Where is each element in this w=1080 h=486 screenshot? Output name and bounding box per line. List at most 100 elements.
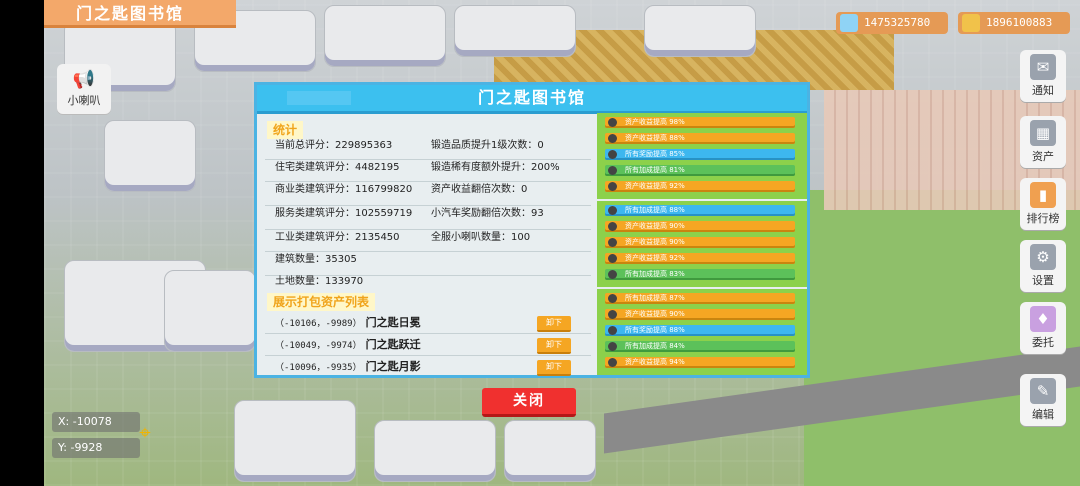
settings-icon: ⚙	[1030, 244, 1056, 270]
sidebar-label: 排行榜	[1026, 212, 1060, 225]
stat-service: 服务类建筑评分：102559719	[275, 208, 413, 219]
unload-button[interactable]: 卸下	[537, 338, 571, 354]
bonus-icon	[608, 166, 617, 175]
asset-row: （-10049，-9974） 门之匙跃迁 卸下	[275, 335, 585, 355]
coord-x: X: -10078	[52, 412, 140, 432]
game-title: 门之匙图书馆	[44, 0, 236, 28]
stat-residential: 住宅类建筑评分：4482195	[275, 162, 400, 173]
building	[504, 420, 596, 482]
stat-asset-double: 资产收益翻倍次数：0	[431, 184, 528, 195]
stat-forge-rarity: 锻造稀有度额外提升：200%	[431, 162, 560, 173]
bonus-icon	[608, 326, 617, 335]
divider	[265, 333, 591, 334]
sidebar-label: 编辑	[1032, 408, 1054, 421]
bonus-icon	[608, 182, 617, 191]
resource-value: 1475325780	[864, 16, 931, 29]
bonus-item: 所有加成提高 87%	[605, 293, 795, 304]
bonus-item: 所有加成提高 88%	[605, 205, 795, 216]
speaker-label: 小喇叭	[67, 94, 101, 107]
bonus-icon	[608, 358, 617, 367]
bonus-icon	[608, 206, 617, 215]
bonus-icon	[608, 254, 617, 263]
coin-icon	[962, 14, 980, 32]
bonus-item: 资产收益提高 90%	[605, 221, 795, 232]
bonus-item: 资产收益提高 98%	[605, 117, 795, 128]
commission-icon: ♦	[1030, 306, 1056, 332]
asset-icon: ▦	[1030, 120, 1056, 146]
stat-commercial: 商业类建筑评分：116799820	[275, 184, 413, 195]
bonus-group: 所有加成提高 87% 资产收益提高 90% 所有奖励提高 88% 所有加成提高 …	[597, 289, 807, 375]
bonus-item: 资产收益提高 90%	[605, 237, 795, 248]
bonus-icon	[608, 222, 617, 231]
divider	[265, 355, 591, 356]
bonus-item: 所有加成提高 84%	[605, 341, 795, 352]
bonus-item: 所有加成提高 83%	[605, 269, 795, 280]
building	[164, 270, 256, 352]
coord-x-label: X:	[58, 415, 70, 428]
sidebar-label: 委托	[1032, 336, 1054, 349]
bonus-item: 所有奖励提高 88%	[605, 325, 795, 336]
unload-button[interactable]: 卸下	[537, 316, 571, 332]
bonus-icon	[608, 270, 617, 279]
notice-icon: ✉	[1030, 54, 1056, 80]
sidebar-label: 设置	[1032, 274, 1054, 287]
library-dialog: 门之匙图书馆 统计 当前总评分：229895363 锻造品质提升1级次数：0 住…	[254, 82, 810, 378]
diamond-icon	[840, 14, 858, 32]
bonus-group: 所有加成提高 88% 资产收益提高 90% 资产收益提高 90% 资产收益提高 …	[597, 201, 807, 287]
bonus-icon	[608, 294, 617, 303]
sidebar-item-notice[interactable]: ✉ 通知	[1020, 50, 1066, 102]
building	[324, 5, 446, 67]
bonus-item: 资产收益提高 92%	[605, 253, 795, 264]
bonus-icon	[608, 134, 617, 143]
building	[104, 120, 196, 192]
building	[644, 5, 756, 57]
sidebar-item-ranking[interactable]: ▮ 排行榜	[1020, 178, 1066, 230]
ranking-icon: ▮	[1030, 182, 1056, 208]
building	[454, 5, 576, 57]
resource-diamond[interactable]: 1475325780	[836, 12, 948, 34]
bonus-icon	[608, 238, 617, 247]
coord-x-value: -10078	[72, 415, 112, 428]
bonus-item: 资产收益提高 94%	[605, 357, 795, 368]
coord-y: Y: -9928	[52, 438, 140, 458]
dialog-title: 门之匙图书馆	[477, 88, 586, 107]
edit-icon: ✎	[1030, 378, 1056, 404]
bonus-panel: 资产收益提高 98% 资产收益提高 88% 所有奖励提高 85% 所有加成提高 …	[597, 113, 807, 375]
asset-row: （-10096，-9935） 门之匙月影 卸下	[275, 357, 585, 377]
stats-panel: 统计 当前总评分：229895363 锻造品质提升1级次数：0 住宅类建筑评分：…	[265, 119, 591, 376]
sidebar-item-assets[interactable]: ▦ 资产	[1020, 116, 1066, 168]
bonus-item: 所有加成提高 81%	[605, 165, 795, 176]
bonus-icon	[608, 310, 617, 319]
stat-car-double: 小汽车奖励翻倍次数：93	[431, 208, 544, 219]
resource-value: 1896100883	[986, 16, 1053, 29]
sidebar-label: 资产	[1032, 150, 1054, 163]
close-button[interactable]: 关闭	[482, 388, 576, 417]
assets-section-label: 展示打包资产列表	[267, 293, 376, 311]
bonus-item: 资产收益提高 92%	[605, 181, 795, 192]
asset-row: （-10106，-9989） 门之匙日冕 卸下	[275, 313, 585, 333]
coord-y-value: -9928	[70, 441, 103, 454]
sidebar-label: 通知	[1032, 84, 1054, 97]
sidebar-item-edit[interactable]: ✎ 编辑	[1020, 374, 1066, 426]
building	[234, 400, 356, 482]
bonus-item: 资产收益提高 88%	[605, 133, 795, 144]
sidebar-item-commission[interactable]: ♦ 委托	[1020, 302, 1066, 354]
stat-land-count: 土地数量：133970	[275, 276, 364, 287]
building	[374, 420, 496, 482]
speaker-button[interactable]: 📢 小喇叭	[57, 64, 111, 114]
stat-speaker-count: 全服小喇叭数量：100	[431, 232, 531, 243]
coord-y-label: Y:	[58, 441, 67, 454]
bonus-item: 所有奖励提高 85%	[605, 149, 795, 160]
bonus-icon	[608, 342, 617, 351]
location-pin-icon[interactable]: ⌖	[132, 420, 158, 446]
stat-forge-quality: 锻造品质提升1级次数：0	[431, 140, 544, 151]
stat-industrial: 工业类建筑评分：2135450	[275, 232, 400, 243]
unload-button[interactable]: 卸下	[537, 360, 571, 376]
bonus-icon	[608, 150, 617, 159]
dialog-header: 门之匙图书馆	[257, 85, 807, 114]
sidebar-item-settings[interactable]: ⚙ 设置	[1020, 240, 1066, 292]
bonus-icon	[608, 118, 617, 127]
megaphone-icon: 📢	[72, 69, 96, 90]
bonus-item: 资产收益提高 90%	[605, 309, 795, 320]
resource-coin[interactable]: 1896100883	[958, 12, 1070, 34]
